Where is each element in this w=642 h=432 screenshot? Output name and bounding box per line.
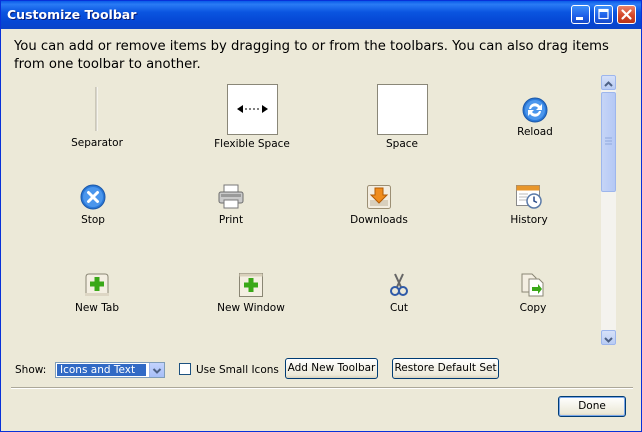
close-button[interactable] [617, 5, 636, 24]
show-mode-value: Icons and Text [57, 364, 146, 376]
show-label: Show: [15, 364, 47, 376]
done-button[interactable]: Done [558, 396, 626, 417]
space-icon [376, 84, 428, 135]
copy-icon [521, 273, 544, 297]
palette-item-label: Downloads [350, 214, 408, 226]
history-icon [516, 185, 542, 209]
palette-item-print[interactable]: Print [176, 183, 286, 233]
maximize-button[interactable] [594, 5, 613, 24]
palette-item-cut[interactable]: Cut [344, 271, 454, 321]
chevron-down-icon [604, 337, 613, 343]
maximize-icon [598, 8, 609, 20]
stop-icon [80, 184, 106, 210]
palette-item-downloads[interactable]: Downloads [324, 183, 434, 233]
palette-item-label: Stop [81, 214, 105, 226]
chevron-down-icon [152, 368, 162, 374]
restore-default-set-button[interactable]: Restore Default Set [392, 358, 499, 379]
new-tab-icon [85, 273, 109, 296]
palette-item-label: New Window [217, 302, 285, 314]
scroll-thumb[interactable] [601, 92, 616, 192]
close-icon [621, 9, 632, 20]
downloads-icon [367, 185, 391, 209]
palette-item-label: Reload [517, 126, 553, 138]
add-new-toolbar-button[interactable]: Add New Toolbar [285, 358, 378, 379]
flexible-space-icon [226, 84, 278, 135]
cut-icon [390, 273, 408, 296]
toolbar-item-palette: Separator Flexible Space Space Reload St… [13, 75, 617, 345]
use-small-icons-checkbox[interactable] [179, 363, 191, 375]
show-mode-select[interactable]: Icons and Text [55, 362, 165, 378]
use-small-icons-label[interactable]: Use Small Icons [196, 364, 279, 376]
scroll-down-button[interactable] [601, 330, 616, 345]
palette-item-separator[interactable]: Separator [42, 83, 152, 153]
scroll-up-button[interactable] [601, 75, 616, 90]
title-bar[interactable]: Customize Toolbar [1, 1, 641, 29]
footer-divider [11, 387, 633, 389]
palette-item-label: New Tab [74, 302, 119, 314]
palette-item-label: Print [218, 214, 244, 226]
palette-item-stop[interactable]: Stop [38, 183, 148, 233]
palette-item-flexible-space[interactable]: Flexible Space [197, 83, 307, 153]
palette-item-copy[interactable]: Copy [478, 271, 588, 321]
palette-item-new-tab[interactable]: New Tab [42, 271, 152, 321]
palette-item-space[interactable]: Space [347, 83, 457, 153]
select-dropdown-button[interactable] [149, 363, 164, 377]
palette-item-label: Separator [71, 137, 123, 149]
minimize-icon [576, 17, 583, 20]
print-icon [218, 184, 244, 209]
palette-item-label: Space [386, 138, 418, 150]
new-window-icon [239, 273, 263, 297]
instructions-text: You can add or remove items by dragging … [14, 39, 609, 72]
separator-icon [95, 87, 98, 131]
palette-item-new-window[interactable]: New Window [196, 271, 306, 321]
chevron-up-icon [604, 81, 613, 87]
customize-toolbar-dialog: Customize Toolbar You can add or remove … [0, 0, 642, 432]
grip-icon [605, 137, 612, 145]
palette-item-label: History [510, 214, 548, 226]
palette-item-label: Copy [519, 302, 547, 314]
palette-item-history[interactable]: History [474, 183, 584, 233]
palette-item-reload[interactable]: Reload [480, 83, 590, 153]
palette-item-label: Flexible Space [214, 138, 290, 150]
palette-item-label: Cut [389, 302, 409, 314]
window-title: Customize Toolbar [7, 7, 137, 22]
minimize-button[interactable] [571, 5, 590, 24]
reload-icon [522, 97, 548, 123]
palette-scrollbar[interactable] [601, 75, 616, 345]
